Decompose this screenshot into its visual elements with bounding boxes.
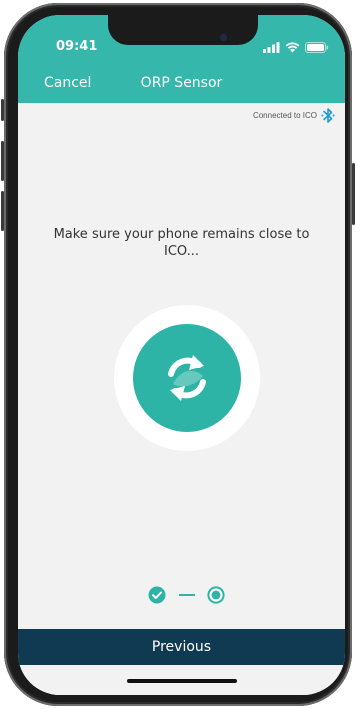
battery-icon bbox=[305, 42, 329, 53]
instruction-message: Make sure your phone remains close to IC… bbox=[53, 227, 310, 259]
connection-status: Connected to ICO bbox=[253, 107, 335, 124]
previous-button[interactable]: Previous bbox=[18, 629, 345, 665]
status-icons bbox=[263, 42, 329, 53]
sync-icon bbox=[168, 355, 206, 401]
front-camera bbox=[220, 34, 227, 41]
previous-label: Previous bbox=[151, 639, 212, 655]
screen: 09:41 Cancel ORP Sensor Connected to ICO… bbox=[18, 15, 345, 695]
home-indicator[interactable] bbox=[127, 679, 237, 683]
bluetooth-icon bbox=[321, 108, 335, 123]
sync-indicator bbox=[114, 305, 260, 451]
phone-frame: 09:41 Cancel ORP Sensor Connected to ICO… bbox=[1, 3, 355, 706]
signal-icon bbox=[263, 42, 280, 53]
volume-down-button bbox=[1, 191, 4, 231]
power-button bbox=[352, 163, 355, 225]
home-area bbox=[18, 665, 345, 695]
sync-circle bbox=[133, 324, 241, 432]
page-title: ORP Sensor bbox=[140, 75, 223, 91]
volume-up-button bbox=[1, 141, 4, 181]
connection-text: Connected to ICO bbox=[252, 111, 317, 120]
nav-bar: Cancel ORP Sensor bbox=[18, 73, 345, 97]
radio-current-icon bbox=[207, 586, 225, 604]
check-circle-icon bbox=[148, 586, 166, 604]
status-time: 09:41 bbox=[56, 39, 98, 54]
notch bbox=[108, 15, 258, 45]
step-indicator bbox=[18, 585, 345, 605]
mute-switch bbox=[1, 99, 4, 121]
step-connector bbox=[179, 594, 195, 596]
wifi-icon bbox=[285, 42, 300, 53]
